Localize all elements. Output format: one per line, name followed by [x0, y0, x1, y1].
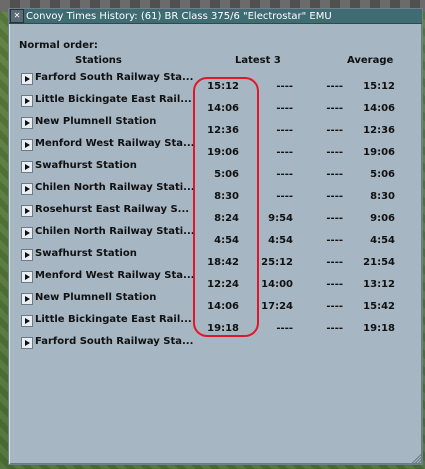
expand-arrow-icon[interactable] [21, 139, 33, 151]
latest-time-1: 8:24 [214, 213, 239, 224]
station-name: Menford West Railway Sta... [35, 270, 195, 281]
latest-header: Latest 3 [235, 55, 281, 66]
station-name: New Plumnell Station [35, 292, 157, 303]
station-name: Rosehurst East Railway S... [35, 204, 190, 215]
station-name: Little Bickingate East Rail... [35, 94, 192, 105]
table-row[interactable]: Farford South Railway Sta... 15:12 ---- … [9, 71, 422, 92]
average-time: 5:06 [370, 169, 395, 180]
table-row[interactable]: Menford West Railway Sta... 19:06 ---- -… [9, 137, 422, 158]
latest-time-1: 15:12 [207, 81, 239, 92]
expand-arrow-icon[interactable] [21, 95, 33, 107]
stations-header: Stations [75, 55, 122, 66]
station-name: Swafhurst Station [35, 160, 137, 171]
latest-time-2: 14:00 [261, 279, 293, 290]
latest-time-2: 25:12 [261, 257, 293, 268]
average-time: 19:06 [363, 147, 395, 158]
latest-time-1: 14:06 [207, 301, 239, 312]
table-row[interactable]: Swafhurst Station 5:06 ---- ---- 5:06 [9, 159, 422, 180]
latest-time-3: ---- [326, 191, 343, 202]
latest-time-3: ---- [326, 169, 343, 180]
latest-time-3: ---- [326, 213, 343, 224]
latest-time-1: 12:24 [207, 279, 239, 290]
station-name: Menford West Railway Sta... [35, 138, 195, 149]
section-label: Normal order: [19, 40, 98, 51]
expand-arrow-icon[interactable] [21, 337, 33, 349]
expand-arrow-icon[interactable] [21, 161, 33, 173]
latest-time-2: ---- [276, 169, 293, 180]
latest-time-2: ---- [276, 191, 293, 202]
table-row[interactable]: New Plumnell Station 12:36 ---- ---- 12:… [9, 115, 422, 136]
latest-time-1: 19:06 [207, 147, 239, 158]
close-button[interactable]: ✕ [10, 9, 24, 23]
latest-time-1: 18:42 [207, 257, 239, 268]
expand-arrow-icon[interactable] [21, 227, 33, 239]
average-time: 8:30 [370, 191, 395, 202]
average-time: 19:18 [363, 323, 395, 334]
expand-arrow-icon[interactable] [21, 271, 33, 283]
average-time: 15:42 [363, 301, 395, 312]
latest-time-3: ---- [326, 103, 343, 114]
latest-time-3: ---- [326, 125, 343, 136]
latest-time-2: 17:24 [261, 301, 293, 312]
station-name: New Plumnell Station [35, 116, 157, 127]
station-name: Chilen North Railway Stati... [35, 182, 195, 193]
latest-time-2: ---- [276, 81, 293, 92]
table-row[interactable]: Swafhurst Station 18:42 25:12 ---- 21:54 [9, 247, 422, 268]
average-time: 15:12 [363, 81, 395, 92]
station-name: Swafhurst Station [35, 248, 137, 259]
window-titlebar[interactable]: ✕ Convoy Times History: (61) BR Class 37… [9, 9, 422, 24]
latest-time-3: ---- [326, 235, 343, 246]
latest-time-1: 8:30 [214, 191, 239, 202]
expand-arrow-icon[interactable] [21, 73, 33, 85]
window-title: Convoy Times History: (61) BR Class 375/… [26, 10, 332, 22]
latest-time-1: 19:18 [207, 323, 239, 334]
station-name: Little Bickingate East Rail... [35, 314, 192, 325]
average-time: 4:54 [370, 235, 395, 246]
latest-time-3: ---- [326, 147, 343, 158]
table-row[interactable]: Little Bickingate East Rail... 19:18 ---… [9, 313, 422, 334]
table-row[interactable]: Rosehurst East Railway S... 8:24 9:54 --… [9, 203, 422, 224]
expand-arrow-icon[interactable] [21, 205, 33, 217]
station-name: Farford South Railway Sta... [35, 336, 194, 347]
table-row[interactable]: Chilen North Railway Stati... 8:30 ---- … [9, 181, 422, 202]
expand-arrow-icon[interactable] [21, 315, 33, 327]
latest-time-2: 4:54 [268, 235, 293, 246]
table-row[interactable]: New Plumnell Station 14:06 17:24 ---- 15… [9, 291, 422, 312]
latest-time-1: 5:06 [214, 169, 239, 180]
convoy-times-window[interactable]: ✕ Convoy Times History: (61) BR Class 37… [8, 8, 423, 465]
average-time: 21:54 [363, 257, 395, 268]
window-content: Normal order: Stations Latest 3 Average … [9, 24, 422, 464]
table-row[interactable]: Farford South Railway Sta... [9, 335, 422, 351]
latest-time-1: 14:06 [207, 103, 239, 114]
expand-arrow-icon[interactable] [21, 117, 33, 129]
expand-arrow-icon[interactable] [21, 183, 33, 195]
latest-time-3: ---- [326, 257, 343, 268]
expand-arrow-icon[interactable] [21, 249, 33, 261]
station-name: Chilen North Railway Stati... [35, 226, 195, 237]
average-time: 12:36 [363, 125, 395, 136]
resize-grip-icon[interactable] [411, 453, 421, 463]
latest-time-1: 4:54 [214, 235, 239, 246]
expand-arrow-icon[interactable] [21, 293, 33, 305]
station-name: Farford South Railway Sta... [35, 72, 194, 83]
latest-time-1: 12:36 [207, 125, 239, 136]
latest-time-3: ---- [326, 279, 343, 290]
table-row[interactable]: Menford West Railway Sta... 12:24 14:00 … [9, 269, 422, 290]
latest-time-2: ---- [276, 103, 293, 114]
average-time: 13:12 [363, 279, 395, 290]
table-row[interactable]: Chilen North Railway Stati... 4:54 4:54 … [9, 225, 422, 246]
average-header: Average [347, 55, 394, 66]
average-time: 9:06 [370, 213, 395, 224]
latest-time-3: ---- [326, 81, 343, 92]
average-time: 14:06 [363, 103, 395, 114]
latest-time-2: ---- [276, 323, 293, 334]
latest-time-3: ---- [326, 301, 343, 312]
latest-time-2: 9:54 [268, 213, 293, 224]
latest-time-3: ---- [326, 323, 343, 334]
table-row[interactable]: Little Bickingate East Rail... 14:06 ---… [9, 93, 422, 114]
latest-time-2: ---- [276, 125, 293, 136]
latest-time-2: ---- [276, 147, 293, 158]
